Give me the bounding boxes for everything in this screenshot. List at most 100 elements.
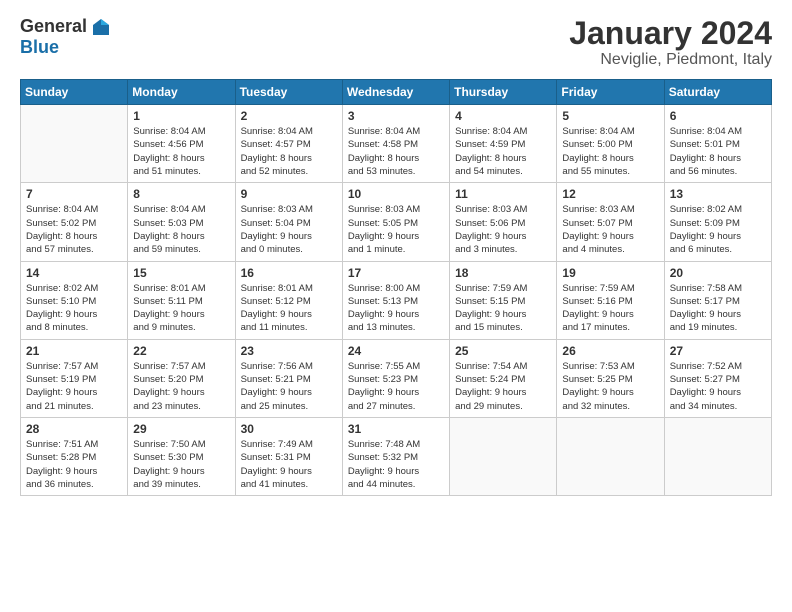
title-block: January 2024 Neviglie, Piedmont, Italy xyxy=(569,16,772,69)
month-title: January 2024 xyxy=(569,16,772,51)
calendar-cell: 21 Sunrise: 7:57 AMSunset: 5:19 PMDayligh… xyxy=(21,339,128,417)
day-number: 20 xyxy=(670,266,766,280)
day-number: 22 xyxy=(133,344,229,358)
day-number: 25 xyxy=(455,344,551,358)
calendar-cell: 24 Sunrise: 7:55 AMSunset: 5:23 PMDayligh… xyxy=(342,339,449,417)
day-info: Sunrise: 8:01 AMSunset: 5:11 PMDaylight:… xyxy=(133,282,229,335)
calendar-cell: 15 Sunrise: 8:01 AMSunset: 5:11 PMDayligh… xyxy=(128,261,235,339)
day-info: Sunrise: 7:57 AMSunset: 5:19 PMDaylight:… xyxy=(26,360,122,413)
day-number: 13 xyxy=(670,187,766,201)
calendar-cell: 10 Sunrise: 8:03 AMSunset: 5:05 PMDayligh… xyxy=(342,183,449,261)
logo-blue-text: Blue xyxy=(20,37,59,58)
calendar-cell: 5Sunrise: 8:04 AMSunset: 5:00 PMDaylight… xyxy=(557,105,664,183)
day-info: Sunrise: 7:49 AMSunset: 5:31 PMDaylight:… xyxy=(241,438,337,491)
day-number: 19 xyxy=(562,266,658,280)
day-number: 26 xyxy=(562,344,658,358)
calendar-cell: 16 Sunrise: 8:01 AMSunset: 5:12 PMDayligh… xyxy=(235,261,342,339)
week-row-4: 21 Sunrise: 7:57 AMSunset: 5:19 PMDayligh… xyxy=(21,339,772,417)
logo-icon xyxy=(91,17,111,37)
day-info: Sunrise: 7:53 AMSunset: 5:25 PMDaylight:… xyxy=(562,360,658,413)
day-info: Sunrise: 8:03 AMSunset: 5:05 PMDaylight:… xyxy=(348,203,444,256)
day-info: Sunrise: 8:04 AMSunset: 5:02 PMDaylight:… xyxy=(26,203,122,256)
day-info: Sunrise: 8:04 AMSunset: 4:57 PMDaylight:… xyxy=(241,125,337,178)
day-number: 24 xyxy=(348,344,444,358)
day-number: 28 xyxy=(26,422,122,436)
day-number: 2 xyxy=(241,109,337,123)
day-info: Sunrise: 8:03 AMSunset: 5:06 PMDaylight:… xyxy=(455,203,551,256)
day-info: Sunrise: 7:59 AMSunset: 5:16 PMDaylight:… xyxy=(562,282,658,335)
day-number: 3 xyxy=(348,109,444,123)
calendar-cell: 7 Sunrise: 8:04 AMSunset: 5:02 PMDaylight… xyxy=(21,183,128,261)
day-info: Sunrise: 8:02 AMSunset: 5:10 PMDaylight:… xyxy=(26,282,122,335)
day-info: Sunrise: 8:04 AMSunset: 5:00 PMDaylight:… xyxy=(562,125,658,178)
day-number: 14 xyxy=(26,266,122,280)
calendar-cell xyxy=(664,417,771,495)
header: General Blue January 2024 Neviglie, Pied… xyxy=(20,16,772,69)
weekday-header-row: SundayMondayTuesdayWednesdayThursdayFrid… xyxy=(21,80,772,105)
calendar-cell xyxy=(21,105,128,183)
day-info: Sunrise: 8:02 AMSunset: 5:09 PMDaylight:… xyxy=(670,203,766,256)
calendar-cell: 28 Sunrise: 7:51 AMSunset: 5:28 PMDayligh… xyxy=(21,417,128,495)
calendar-cell: 14 Sunrise: 8:02 AMSunset: 5:10 PMDayligh… xyxy=(21,261,128,339)
day-info: Sunrise: 7:51 AMSunset: 5:28 PMDaylight:… xyxy=(26,438,122,491)
calendar-cell: 25 Sunrise: 7:54 AMSunset: 5:24 PMDayligh… xyxy=(450,339,557,417)
calendar-cell xyxy=(557,417,664,495)
calendar-table: SundayMondayTuesdayWednesdayThursdayFrid… xyxy=(20,79,772,496)
day-info: Sunrise: 8:01 AMSunset: 5:12 PMDaylight:… xyxy=(241,282,337,335)
calendar-cell: 13 Sunrise: 8:02 AMSunset: 5:09 PMDayligh… xyxy=(664,183,771,261)
day-info: Sunrise: 7:50 AMSunset: 5:30 PMDaylight:… xyxy=(133,438,229,491)
day-number: 11 xyxy=(455,187,551,201)
logo: General Blue xyxy=(20,16,111,58)
week-row-5: 28 Sunrise: 7:51 AMSunset: 5:28 PMDayligh… xyxy=(21,417,772,495)
day-info: Sunrise: 8:04 AMSunset: 5:03 PMDaylight:… xyxy=(133,203,229,256)
day-number: 23 xyxy=(241,344,337,358)
day-number: 17 xyxy=(348,266,444,280)
calendar-cell: 31 Sunrise: 7:48 AMSunset: 5:32 PMDayligh… xyxy=(342,417,449,495)
calendar-cell: 11 Sunrise: 8:03 AMSunset: 5:06 PMDayligh… xyxy=(450,183,557,261)
calendar-cell: 12 Sunrise: 8:03 AMSunset: 5:07 PMDayligh… xyxy=(557,183,664,261)
day-info: Sunrise: 7:48 AMSunset: 5:32 PMDaylight:… xyxy=(348,438,444,491)
day-info: Sunrise: 7:59 AMSunset: 5:15 PMDaylight:… xyxy=(455,282,551,335)
calendar-cell: 23 Sunrise: 7:56 AMSunset: 5:21 PMDayligh… xyxy=(235,339,342,417)
weekday-header-thursday: Thursday xyxy=(450,80,557,105)
day-number: 21 xyxy=(26,344,122,358)
day-number: 18 xyxy=(455,266,551,280)
weekday-header-tuesday: Tuesday xyxy=(235,80,342,105)
day-number: 31 xyxy=(348,422,444,436)
calendar-cell: 8 Sunrise: 8:04 AMSunset: 5:03 PMDaylight… xyxy=(128,183,235,261)
calendar-cell: 26 Sunrise: 7:53 AMSunset: 5:25 PMDayligh… xyxy=(557,339,664,417)
day-number: 10 xyxy=(348,187,444,201)
calendar-cell: 18 Sunrise: 7:59 AMSunset: 5:15 PMDayligh… xyxy=(450,261,557,339)
day-info: Sunrise: 8:03 AMSunset: 5:07 PMDaylight:… xyxy=(562,203,658,256)
day-number: 9 xyxy=(241,187,337,201)
calendar-cell: 2 Sunrise: 8:04 AMSunset: 4:57 PMDaylight… xyxy=(235,105,342,183)
calendar-cell: 3 Sunrise: 8:04 AMSunset: 4:58 PMDaylight… xyxy=(342,105,449,183)
day-number: 30 xyxy=(241,422,337,436)
page: General Blue January 2024 Neviglie, Pied… xyxy=(0,0,792,612)
day-info: Sunrise: 8:04 AMSunset: 4:58 PMDaylight:… xyxy=(348,125,444,178)
day-info: Sunrise: 7:52 AMSunset: 5:27 PMDaylight:… xyxy=(670,360,766,413)
day-info: Sunrise: 7:55 AMSunset: 5:23 PMDaylight:… xyxy=(348,360,444,413)
day-number: 4 xyxy=(455,109,551,123)
day-number: 7 xyxy=(26,187,122,201)
day-number: 8 xyxy=(133,187,229,201)
day-info: Sunrise: 7:57 AMSunset: 5:20 PMDaylight:… xyxy=(133,360,229,413)
weekday-header-monday: Monday xyxy=(128,80,235,105)
calendar-cell: 4 Sunrise: 8:04 AMSunset: 4:59 PMDaylight… xyxy=(450,105,557,183)
week-row-1: 1 Sunrise: 8:04 AMSunset: 4:56 PMDaylight… xyxy=(21,105,772,183)
day-number: 15 xyxy=(133,266,229,280)
day-info: Sunrise: 7:56 AMSunset: 5:21 PMDaylight:… xyxy=(241,360,337,413)
day-info: Sunrise: 8:00 AMSunset: 5:13 PMDaylight:… xyxy=(348,282,444,335)
location: Neviglie, Piedmont, Italy xyxy=(569,51,772,69)
weekday-header-sunday: Sunday xyxy=(21,80,128,105)
day-info: Sunrise: 7:54 AMSunset: 5:24 PMDaylight:… xyxy=(455,360,551,413)
calendar-cell: 27Sunrise: 7:52 AMSunset: 5:27 PMDayligh… xyxy=(664,339,771,417)
day-number: 6 xyxy=(670,109,766,123)
calendar-cell: 6Sunrise: 8:04 AMSunset: 5:01 PMDaylight… xyxy=(664,105,771,183)
day-number: 12 xyxy=(562,187,658,201)
day-number: 1 xyxy=(133,109,229,123)
day-info: Sunrise: 8:04 AMSunset: 4:56 PMDaylight:… xyxy=(133,125,229,178)
day-info: Sunrise: 8:04 AMSunset: 4:59 PMDaylight:… xyxy=(455,125,551,178)
calendar-cell: 30 Sunrise: 7:49 AMSunset: 5:31 PMDayligh… xyxy=(235,417,342,495)
day-number: 16 xyxy=(241,266,337,280)
